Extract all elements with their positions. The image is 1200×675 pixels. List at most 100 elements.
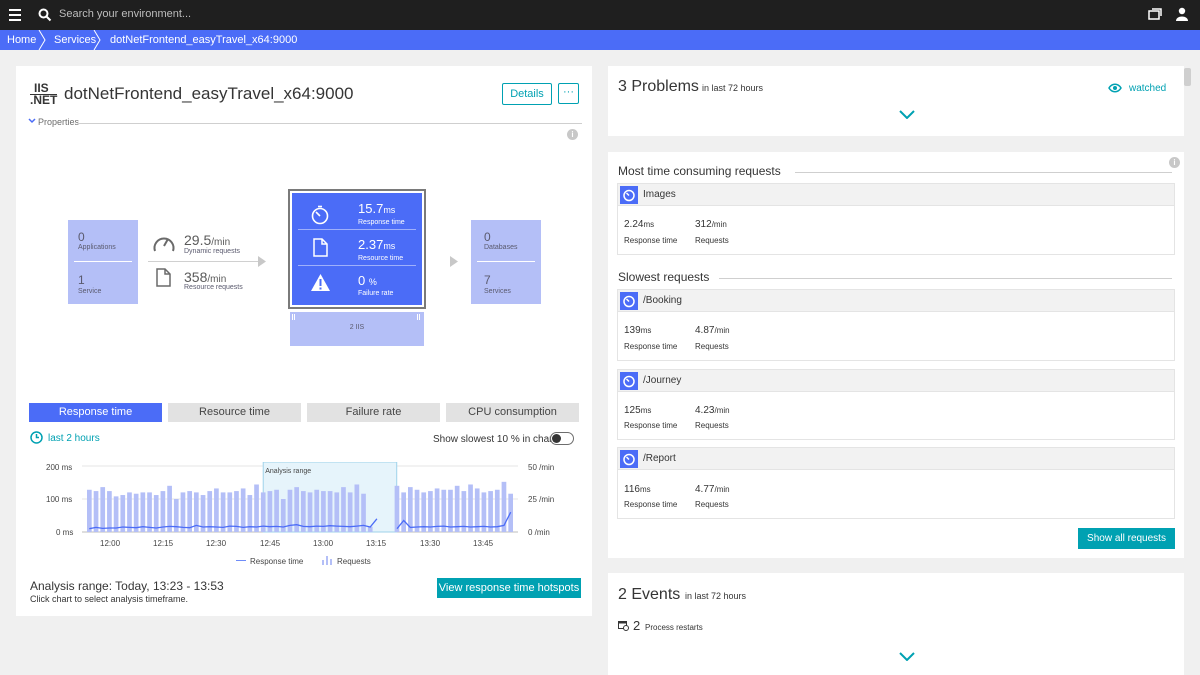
event-count: 2	[633, 618, 641, 633]
search-input[interactable]: Search your environment...	[59, 8, 191, 20]
requests-bar[interactable]	[87, 489, 92, 532]
request-item-report[interactable]: /Report 116ms Response time 4.77/min Req…	[617, 447, 1175, 519]
breadcrumb-services[interactable]: Services	[54, 30, 96, 50]
tab-cpu-consumption[interactable]: CPU consumption	[446, 403, 579, 422]
handle-icon	[417, 314, 420, 320]
requests-card: i Most time consuming requests Images 2.…	[608, 152, 1184, 558]
dynamic-requests-label: Dynamic requests	[184, 248, 241, 255]
timeframe-selector[interactable]: last 2 hours	[48, 433, 100, 444]
breadcrumb-home[interactable]: Home	[7, 30, 36, 50]
requests-bar[interactable]	[107, 491, 112, 532]
instances-box[interactable]: 2 IIS	[290, 312, 424, 346]
tab-response-time[interactable]: Response time	[29, 403, 162, 422]
requests-bar[interactable]	[267, 491, 273, 532]
requests-bar[interactable]	[133, 493, 139, 532]
requests-bar[interactable]	[468, 484, 473, 532]
requests-bar[interactable]	[220, 492, 226, 532]
request-name[interactable]: /Booking	[643, 295, 682, 306]
request-item-journey[interactable]: /Journey 125ms Response time 4.23/min Re…	[617, 369, 1175, 440]
service-count: 1	[78, 273, 85, 287]
requests-bar[interactable]	[354, 484, 360, 532]
requests-bar[interactable]	[207, 491, 213, 532]
requests-bar[interactable]	[341, 487, 346, 532]
properties-toggle[interactable]: Properties	[38, 117, 79, 127]
requests-label: Requests	[695, 500, 729, 509]
process-restart-icon	[618, 621, 629, 631]
info-icon[interactable]: i	[1169, 157, 1180, 168]
event-label[interactable]: Process restarts	[645, 623, 703, 632]
requests-bar[interactable]	[414, 489, 420, 532]
windows-icon[interactable]	[1148, 8, 1162, 21]
request-item-images[interactable]: Images 2.24ms Response time 312/min Requ…	[617, 183, 1175, 255]
scrollbar[interactable]	[1184, 68, 1191, 86]
response-time-chart[interactable]: Analysis range	[82, 462, 518, 536]
chevron-down-icon[interactable]	[28, 118, 36, 124]
requests-bar[interactable]	[100, 487, 106, 532]
request-item-booking[interactable]: /Booking 139ms Response time 4.87/min Re…	[617, 289, 1175, 361]
stopwatch-icon	[311, 205, 329, 225]
requests-bar[interactable]	[474, 488, 480, 532]
y-tick-label: 200 ms	[46, 463, 73, 472]
requests-bar[interactable]	[494, 489, 500, 532]
show-all-requests-button[interactable]: Show all requests	[1078, 528, 1175, 549]
requests-bar[interactable]	[401, 492, 406, 532]
requests-bar[interactable]	[214, 488, 219, 532]
view-hotspots-button[interactable]: View response time hotspots	[437, 578, 581, 598]
slowest-toggle[interactable]	[550, 432, 574, 445]
response-number: 125	[624, 405, 641, 416]
properties-divider	[78, 123, 582, 124]
requests-bar[interactable]	[93, 491, 99, 532]
tab-resource-time[interactable]: Resource time	[168, 403, 301, 422]
watched-toggle[interactable]: watched	[1129, 83, 1166, 94]
applications-count: 0	[78, 230, 85, 244]
y2-tick-label: 50 /min	[528, 463, 555, 472]
problems-title: 3 Problems	[618, 78, 699, 95]
search-icon[interactable]	[38, 8, 52, 22]
requests-bar[interactable]	[187, 491, 192, 532]
requests-bar[interactable]	[127, 492, 132, 532]
service-metrics-box[interactable]: 15.7ms Response time 2.37ms Resource tim…	[290, 191, 424, 307]
breadcrumb-current[interactable]: dotNetFrontend_easyTravel_x64:9000	[110, 30, 297, 50]
info-icon[interactable]: i	[567, 129, 578, 140]
requests-bar[interactable]	[147, 492, 152, 532]
resource-requests-value: 358	[184, 269, 208, 285]
chevron-down-icon[interactable]	[899, 652, 915, 661]
resource-requests[interactable]: 358/min	[184, 269, 226, 285]
requests-bar[interactable]	[160, 491, 166, 532]
tab-failure-rate[interactable]: Failure rate	[307, 403, 440, 422]
requests-bar[interactable]	[448, 489, 453, 532]
x-tick-label: 13:15	[366, 539, 387, 548]
requests-bar[interactable]	[254, 484, 259, 532]
clock-icon[interactable]	[30, 431, 43, 444]
events-card: 2 Events in last 72 hours 2 Process rest…	[608, 573, 1184, 675]
requests-bar[interactable]	[180, 492, 186, 532]
requests-bar[interactable]	[240, 488, 246, 532]
requests-bar[interactable]	[394, 485, 400, 532]
requests-bar[interactable]	[428, 491, 433, 532]
response-value: 125ms	[624, 405, 651, 416]
callees-box[interactable]: 0 Databases 7 Services	[471, 220, 541, 304]
requests-bar[interactable]	[113, 496, 119, 532]
requests-unit: /min	[711, 220, 727, 229]
details-button[interactable]: Details	[502, 83, 552, 105]
requests-bar[interactable]	[274, 489, 279, 532]
user-icon[interactable]	[1176, 7, 1188, 21]
legend-line-icon	[236, 560, 246, 561]
requests-bar[interactable]	[153, 495, 159, 532]
callers-box[interactable]: 0 Applications 1 Service	[68, 220, 138, 304]
requests-bar[interactable]	[167, 485, 172, 532]
requests-value: 312/min	[695, 219, 727, 230]
request-name[interactable]: /Journey	[643, 375, 681, 386]
chevron-down-icon[interactable]	[899, 110, 915, 119]
dynamic-requests[interactable]: 29.5/min	[184, 232, 230, 248]
requests-bar[interactable]	[454, 485, 460, 532]
y-tick-label: 100 ms	[46, 495, 73, 504]
request-name[interactable]: Images	[643, 189, 676, 200]
more-actions-button[interactable]: ···	[558, 83, 579, 104]
eye-icon[interactable]	[1108, 83, 1122, 93]
request-name[interactable]: /Report	[643, 453, 676, 464]
requests-bar[interactable]	[434, 488, 440, 532]
requests-bar[interactable]	[488, 491, 493, 532]
slowest-toggle-label: Show slowest 10 % in chart	[433, 434, 556, 445]
menu-icon[interactable]	[9, 9, 21, 21]
